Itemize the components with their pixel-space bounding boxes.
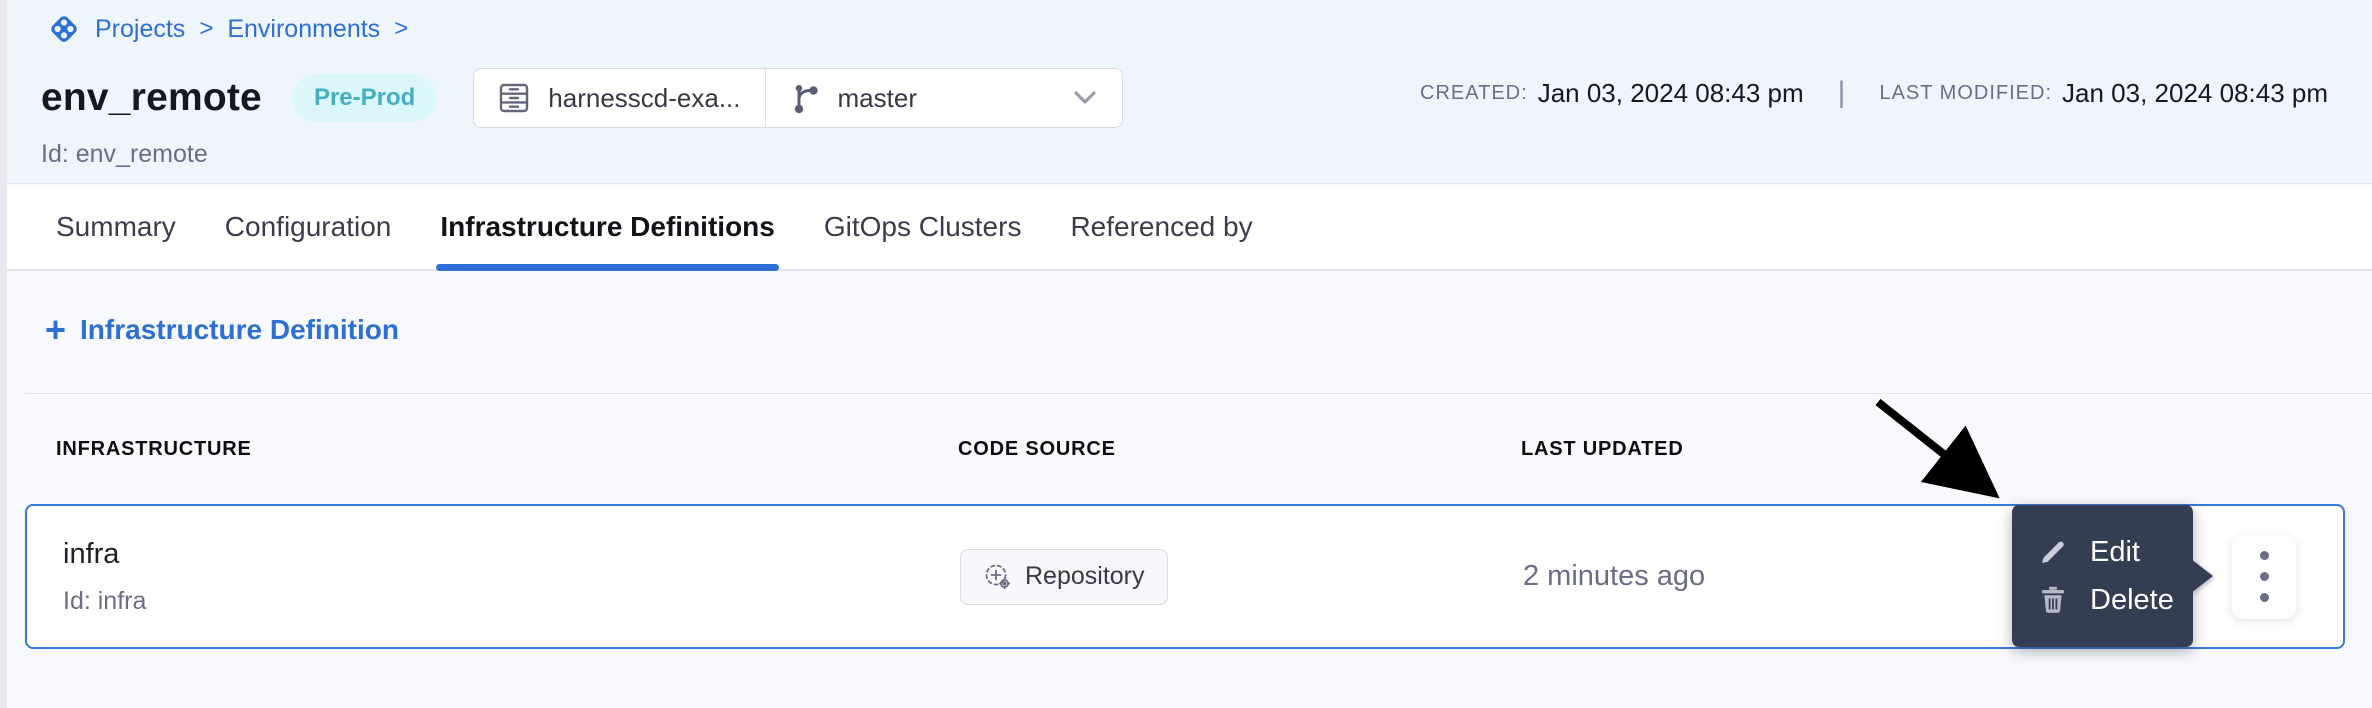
page-left-edge (0, 0, 7, 708)
add-infrastructure-definition-label: Infrastructure Definition (80, 314, 399, 346)
repo-branch-selector[interactable]: harnesscd-exa... master (473, 68, 1123, 128)
created-label: CREATED: (1420, 82, 1528, 105)
chevron-down-icon[interactable] (1070, 88, 1100, 108)
last-modified-label: LAST MODIFIED: (1879, 82, 2052, 105)
edit-label: Edit (2090, 536, 2140, 569)
branch-name: master (838, 83, 917, 114)
kebab-dot (2260, 572, 2269, 581)
infrastructure-name-cell: infra Id: infra (63, 538, 960, 616)
code-source-cell: Repository (960, 549, 1523, 605)
context-menu-caret (2191, 559, 2213, 593)
trash-icon (2036, 583, 2070, 617)
tab-infrastructure-definitions[interactable]: Infrastructure Definitions (440, 185, 774, 269)
breadcrumb: Projects > Environments > (45, 10, 410, 48)
environment-id: Id: env_remote (41, 140, 208, 169)
tab-gitops-clusters[interactable]: GitOps Clusters (824, 185, 1022, 269)
repository-code-source-badge[interactable]: Repository (960, 549, 1168, 605)
repo-segment[interactable]: harnesscd-exa... (496, 80, 740, 116)
breadcrumb-separator: > (394, 15, 408, 43)
repository-drawers-icon (496, 80, 532, 116)
column-header-code-source: CODE SOURCE (958, 438, 1521, 461)
tab-configuration[interactable]: Configuration (225, 185, 392, 269)
context-menu-item-edit[interactable]: Edit (2036, 535, 2193, 569)
add-infrastructure-definition-button[interactable]: + Infrastructure Definition (45, 312, 399, 348)
git-branch-icon (790, 80, 822, 116)
column-header-infrastructure: INFRASTRUCTURE (56, 438, 958, 461)
title-row: env_remote Pre-Prod harnesscd-exa... (41, 68, 1123, 128)
created-value: Jan 03, 2024 08:43 pm (1538, 78, 1804, 109)
infrastructure-id: Id: infra (63, 587, 960, 616)
tab-bar: Summary Configuration Infrastructure Def… (0, 185, 2372, 271)
repo-name: harnesscd-exa... (548, 83, 740, 114)
infrastructure-name: infra (63, 538, 960, 571)
last-modified-value: Jan 03, 2024 08:43 pm (2062, 78, 2328, 109)
row-context-menu: Edit Delete (2012, 505, 2193, 647)
plus-icon: + (45, 312, 66, 348)
kebab-dot (2260, 593, 2269, 602)
context-menu-item-delete[interactable]: Delete (2036, 583, 2193, 617)
kebab-dot (2260, 551, 2269, 560)
projects-grid-icon (45, 10, 83, 48)
code-source-label: Repository (1025, 562, 1145, 591)
tab-summary[interactable]: Summary (56, 185, 176, 269)
environment-type-badge: Pre-Prod (292, 74, 437, 122)
delete-label: Delete (2090, 584, 2174, 617)
column-header-last-updated: LAST UPDATED (1521, 438, 2345, 461)
last-updated-cell: 2 minutes ago (1523, 560, 2343, 593)
section-divider (25, 393, 2372, 394)
selector-divider (765, 69, 766, 127)
page-title: env_remote (41, 76, 262, 120)
breadcrumb-link-projects[interactable]: Projects (95, 15, 185, 44)
branch-segment[interactable]: master (790, 80, 917, 116)
timestamps-meta: CREATED: Jan 03, 2024 08:43 pm | LAST MO… (1420, 76, 2328, 110)
remote-repository-icon (983, 562, 1013, 592)
meta-divider: | (1838, 76, 1846, 110)
tab-referenced-by[interactable]: Referenced by (1070, 185, 1252, 269)
environment-header: Projects > Environments > env_remote Pre… (0, 0, 2372, 184)
row-options-kebab-button[interactable] (2232, 535, 2296, 619)
pencil-icon (2036, 535, 2070, 569)
infrastructure-table-row[interactable]: infra Id: infra Repository 2 minutes a (25, 504, 2345, 649)
breadcrumb-link-environments[interactable]: Environments (227, 15, 380, 44)
table-header: INFRASTRUCTURE CODE SOURCE LAST UPDATED (0, 438, 2345, 461)
breadcrumb-separator: > (199, 15, 213, 43)
